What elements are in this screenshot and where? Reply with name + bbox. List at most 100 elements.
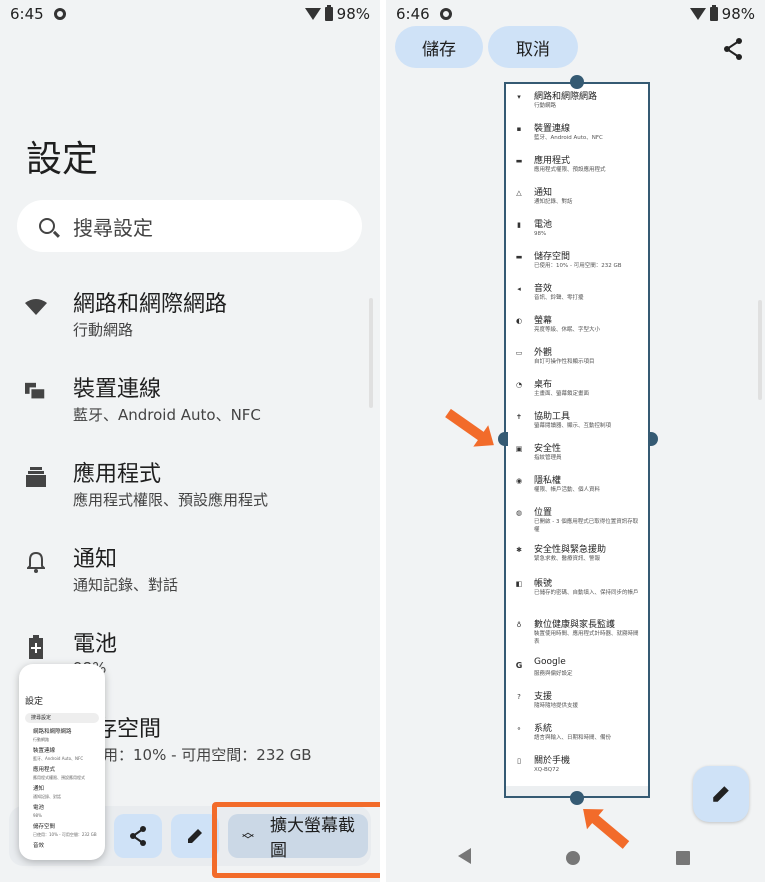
setting-item-network[interactable]: 網路和網際網路 行動網路	[0, 286, 370, 346]
share-button[interactable]	[114, 814, 162, 858]
back-icon[interactable]	[458, 848, 471, 864]
crop-item-title: 通知	[534, 188, 553, 198]
setting-subtitle: 通知記錄、對話	[73, 576, 179, 594]
devices-icon: ▪	[516, 125, 522, 133]
cancel-button[interactable]: 取消	[488, 26, 578, 68]
sound-icon: ◂	[517, 285, 521, 293]
wifi-status-icon	[689, 8, 706, 20]
thumbnail-item: 通知 通知記錄、對話	[33, 786, 61, 799]
thumbnail-item: 網路和網際網路 行動網路	[33, 729, 72, 742]
phone-icon: ▯	[517, 757, 521, 765]
bell-icon: △	[516, 189, 522, 197]
share-icon	[130, 826, 146, 846]
accessibility-icon: ✝	[516, 413, 522, 421]
crop-item-subtitle: 藍牙、Android Auto、NFC	[534, 135, 603, 141]
recents-icon[interactable]	[676, 851, 690, 865]
wifi-icon: ▾	[517, 93, 521, 101]
setting-title: 網路和網際網路	[73, 292, 228, 317]
wallpaper-icon: ◔	[515, 381, 523, 389]
crop-item-title: 儲存空間	[534, 252, 571, 262]
help-icon: ?	[517, 693, 521, 701]
crop-item-subtitle: 音訊、鈴聲、零打擾	[534, 295, 584, 301]
crop-item-title: 外觀	[534, 348, 553, 358]
status-bar: 6:45 98%	[0, 0, 380, 28]
battery-percent: 98%	[721, 5, 755, 23]
crop-item-subtitle: 緊急求救、醫療資訊、警報	[534, 556, 601, 562]
crop-handle-top[interactable]	[570, 75, 584, 89]
crop-region[interactable]: ▾ 網路和網際網路 行動網路 ▪ 裝置連線 藍牙、Android Auto、NFC ▬ 應用程…	[504, 82, 650, 798]
screenshot-thumbnail[interactable]: 設定 搜尋設定 網路和網際網路 行動網路 裝置連線 藍牙、Android Auto、…	[19, 664, 105, 860]
crop-item-title: 位置	[534, 508, 553, 518]
thumbnail-item: 音效	[33, 843, 45, 849]
crop-item-subtitle: 螢幕閱讀器、顯示、互動控制項	[534, 423, 612, 429]
setting-item-notifications[interactable]: 通知 通知記錄、對話	[0, 541, 370, 601]
status-time: 6:46	[396, 5, 430, 23]
apps-icon: ▬	[515, 157, 523, 165]
setting-subtitle: 應用程式權限、預設應用程式	[73, 491, 269, 509]
scrollbar[interactable]	[758, 300, 762, 400]
share-icon[interactable]	[723, 38, 743, 64]
crop-handle-bottom[interactable]	[570, 791, 584, 805]
privacy-icon: ◉	[515, 477, 523, 485]
crop-item-subtitle: 隨時隨地提供支援	[534, 703, 579, 709]
crop-item-subtitle: 指紋管理員	[534, 455, 562, 461]
crop-item-subtitle: 已使用：10% - 可用空間：232 GB	[534, 263, 622, 269]
crop-item-title: 音效	[534, 284, 553, 294]
crop-item-subtitle: 亮度等級、休眠、字型大小	[534, 327, 601, 333]
battery-status-icon	[324, 5, 333, 21]
search-bar[interactable]: 搜尋設定	[17, 200, 362, 252]
bell-icon	[25, 551, 47, 573]
crop-item-title: 安全性與緊急援助	[534, 545, 607, 555]
expand-label: 擴大螢幕截圖	[270, 816, 356, 861]
google-icon: G	[515, 660, 523, 670]
expand-screenshot-button[interactable]: ︿ ﹀ 擴大螢幕截圖	[228, 814, 368, 861]
storage-icon: ▬	[515, 253, 523, 261]
apps-icon	[25, 466, 47, 488]
gear-icon	[53, 8, 66, 20]
annotation-arrow	[589, 812, 630, 849]
thumbnail-item: 應用程式 應用程式權限、預設應用程式	[33, 767, 85, 780]
crop-handle-right[interactable]	[648, 432, 658, 446]
crop-item-subtitle: 裝置使用時間、應用程式計時器、就寢時間表	[534, 631, 639, 645]
crop-item-title: 支援	[534, 692, 553, 702]
home-icon[interactable]	[566, 851, 580, 865]
edit-fab[interactable]	[693, 766, 749, 822]
crop-item-title: 螢幕	[534, 316, 553, 326]
crop-item-subtitle: 語言與輸入、日期和時間、備份	[534, 735, 612, 741]
crop-item-subtitle: 主畫面、螢幕鎖定畫面	[534, 391, 590, 397]
crop-item-subtitle: 已儲存的密碼、自動填入、保持同步的帳戶	[534, 590, 639, 596]
capture-more-screen: 6:46 98% 儲存 取消 ▾ 網路和網際網路 行動網路 ▪ 裝置連線 藍牙、Andro…	[386, 0, 765, 882]
crop-item-title: 系統	[534, 724, 553, 734]
crop-item-title: Google	[534, 657, 566, 667]
crop-item-title: 電池	[534, 220, 553, 230]
status-bar: 6:46 98%	[386, 0, 765, 28]
setting-item-apps[interactable]: 應用程式 應用程式權限、預設應用程式	[0, 456, 370, 516]
search-icon	[39, 218, 55, 234]
setting-subtitle: 藍牙、Android Auto、NFC	[73, 406, 261, 424]
crop-item-title: 數位健康與家長監護	[534, 620, 616, 630]
thumbnail-item: 裝置連線 藍牙、Android Auto、NFC	[33, 748, 84, 761]
crop-item-title: 應用程式	[534, 156, 571, 166]
crop-item-title: 裝置連線	[534, 124, 571, 134]
annotation-arrow	[445, 408, 487, 443]
crop-item-title: 隱私權	[534, 476, 562, 486]
lock-icon: ▣	[515, 445, 523, 453]
scrollbar[interactable]	[369, 298, 373, 408]
crop-item-subtitle: XQ-BQ72	[534, 767, 560, 773]
battery-icon	[25, 635, 47, 659]
settings-screen: 6:45 98% 設定 搜尋設定 網路和網際網路 行動網路 裝置連線 藍牙、An…	[0, 0, 380, 882]
crop-item-subtitle: 通知記錄、對話	[534, 199, 573, 205]
thumbnail-item: 儲存空間 已使用：10% - 可用空間：232 GB	[33, 824, 97, 837]
crop-item-subtitle: 已開啟 - 3 個應用程式已取得位置資訊存取權	[534, 519, 639, 533]
setting-title: 裝置連線	[73, 377, 162, 402]
crop-item-title: 帳號	[534, 579, 553, 589]
save-button[interactable]: 儲存	[395, 26, 483, 68]
thumbnail-item: 電池 98%	[33, 805, 45, 818]
setting-item-devices[interactable]: 裝置連線 藍牙、Android Auto、NFC	[0, 371, 370, 431]
status-time: 6:45	[10, 5, 44, 23]
emergency-icon: ✱	[516, 546, 522, 554]
crop-item-title: 安全性	[534, 444, 562, 454]
battery-icon: ▮	[517, 221, 521, 229]
battery-percent: 98%	[336, 5, 370, 23]
pencil-icon	[188, 829, 202, 843]
